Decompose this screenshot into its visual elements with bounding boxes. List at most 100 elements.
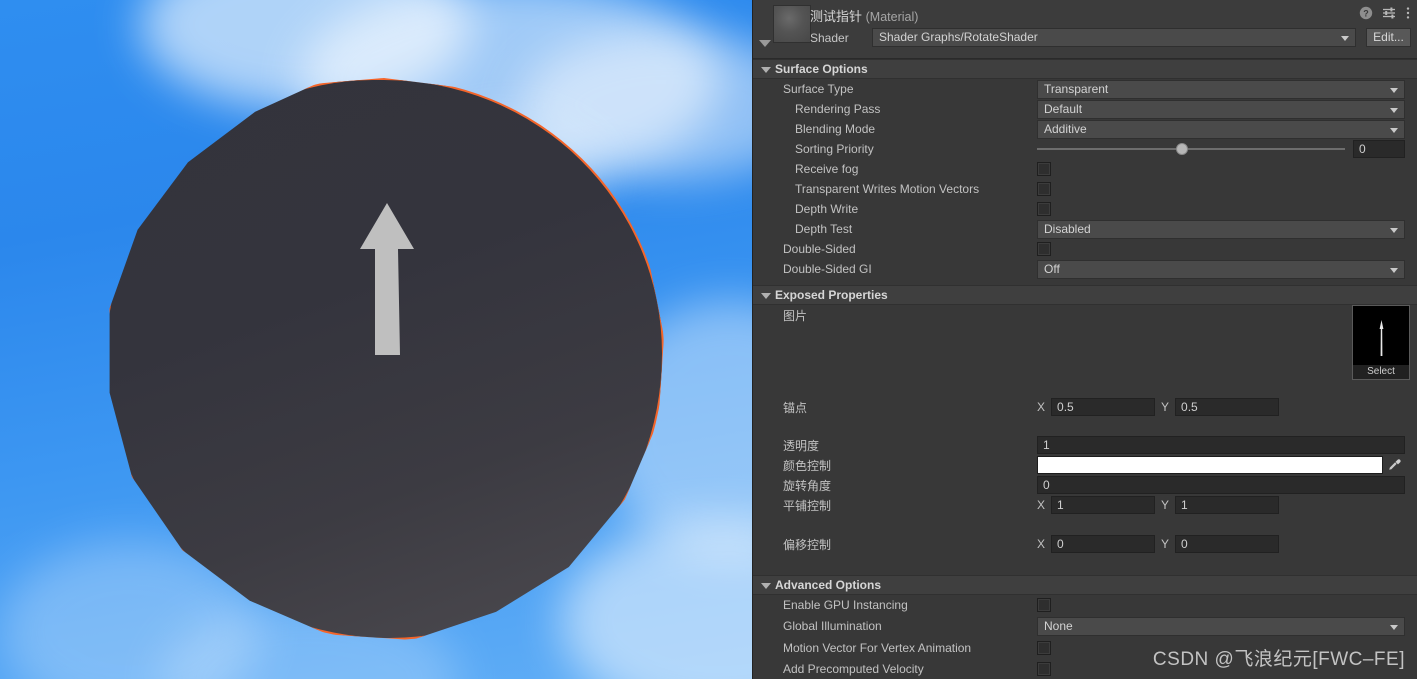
edit-shader-button[interactable]: Edit... [1366,28,1411,47]
offset-y-input[interactable]: 0 [1175,535,1280,553]
row-label: Sorting Priority [795,142,874,156]
row-label: 锚点 [783,400,808,415]
tiling-x-input[interactable]: 1 [1051,496,1156,514]
row-label: 偏移控制 [783,537,832,552]
axis-y-label: Y [1161,537,1170,551]
unity-editor-window: 测试指针 (Material) ? Shader Shader Graphs/R… [0,0,1417,679]
row-rotation-angle: 旋转角度 0 [753,475,1417,495]
sorting-priority-value[interactable]: 0 [1353,140,1405,158]
row-transparent-writes-motion-vectors: Transparent Writes Motion Vectors [753,179,1417,199]
anchor-x-input[interactable]: 0.5 [1051,398,1156,416]
material-preview-thumbnail[interactable] [773,5,811,43]
tiling-y-input[interactable]: 1 [1175,496,1280,514]
row-label: Depth Test [795,222,853,236]
section-body-exposed-properties: 图片 锚点 X 0.5 Y 0.5 透明度 1 颜色控制 旋转角度 0 平铺控制… [753,305,1417,575]
row-label: Rendering Pass [795,102,881,116]
blending-mode-dropdown[interactable]: Additive [1037,119,1405,139]
sorting-priority-slider[interactable] [1037,143,1345,155]
row-color-control: 颜色控制 [753,455,1417,475]
receive-fog-checkbox[interactable] [1037,162,1051,176]
texture-select-button[interactable]: Select [1353,365,1409,379]
row-global-illumination: Global Illumination None [753,615,1417,637]
watermark-text: CSDN @飞浪纪元[FWC–FE] [1152,649,1405,670]
row-label: Depth Write [795,202,859,216]
row-label: Motion Vector For Vertex Animation [783,640,972,655]
header-icon-group: ? [1359,6,1411,20]
row-label: Surface Type [783,82,854,96]
section-header-exposed-properties[interactable]: Exposed Properties [753,285,1417,305]
row-label: Blending Mode [795,122,876,136]
row-label: 颜色控制 [783,458,832,473]
row-label: Receive fog [795,162,859,176]
row-double-sided-gi: Double-Sided GI Off [753,259,1417,279]
slider-handle[interactable] [1175,143,1188,155]
svg-text:?: ? [1363,8,1369,18]
row-label: 透明度 [783,438,820,453]
needle-texture-preview-icon [1379,320,1384,356]
help-icon[interactable]: ? [1359,6,1373,20]
row-depth-write: Depth Write [753,199,1417,219]
row-opacity: 透明度 1 [753,435,1417,455]
transparent-writes-motion-vectors-checkbox[interactable] [1037,182,1051,196]
color-swatch-field[interactable] [1037,456,1383,474]
row-offset-control: 偏移控制 X 0 Y 0 [753,534,1417,554]
opacity-input[interactable]: 1 [1037,436,1405,454]
row-receive-fog: Receive fog [753,159,1417,179]
arrow-pointer-graphic [360,203,414,355]
section-body-surface-options: Surface Type Transparent Rendering Pass … [753,79,1417,285]
section-header-advanced-options[interactable]: Advanced Options [753,575,1417,595]
shader-dropdown[interactable]: Shader Graphs/RotateShader [872,28,1356,47]
row-label: 旋转角度 [783,478,832,493]
double-sided-checkbox[interactable] [1037,242,1051,256]
more-menu-icon[interactable] [1405,6,1411,20]
row-label: Enable GPU Instancing [783,598,908,612]
rotation-angle-input[interactable]: 0 [1037,476,1405,494]
row-blending-mode: Blending Mode Additive [753,119,1417,139]
double-sided-gi-dropdown[interactable]: Off [1037,259,1405,279]
anchor-y-input[interactable]: 0.5 [1175,398,1280,416]
scene-viewport[interactable] [0,0,752,679]
inspector-panel: 测试指针 (Material) ? Shader Shader Graphs/R… [752,0,1417,679]
axis-x-label: X [1037,498,1046,512]
row-sorting-priority: Sorting Priority 0 [753,139,1417,159]
material-title: 测试指针 (Material) [810,6,918,25]
axis-y-label: Y [1161,498,1170,512]
offset-x-input[interactable]: 0 [1051,535,1156,553]
row-surface-type: Surface Type Transparent [753,79,1417,99]
row-label: 图片 [783,308,808,323]
row-label: Transparent Writes Motion Vectors [795,182,980,196]
material-header: 测试指针 (Material) ? Shader Shader Graphs/R… [753,0,1417,59]
row-double-sided: Double-Sided [753,239,1417,259]
axis-y-label: Y [1161,400,1170,414]
enable-gpu-instancing-checkbox[interactable] [1037,598,1051,612]
eyedropper-icon[interactable] [1383,456,1405,474]
row-label: Add Precomputed Velocity [783,661,924,676]
row-label: 平铺控制 [783,498,832,513]
row-depth-test: Depth Test Disabled [753,219,1417,239]
depth-test-dropdown[interactable]: Disabled [1037,219,1405,239]
row-tiling-control: 平铺控制 X 1 Y 1 [753,495,1417,515]
foldout-triangle-icon[interactable] [759,40,771,47]
axis-x-label: X [1037,537,1046,551]
section-header-surface-options[interactable]: Surface Options [753,59,1417,79]
shader-row: Shader Shader Graphs/RotateShader Edit..… [810,28,1411,47]
preset-sliders-icon[interactable] [1382,6,1396,20]
motion-vector-vertex-animation-checkbox[interactable] [1037,640,1051,655]
row-anchor: 锚点 X 0.5 Y 0.5 [753,397,1417,417]
rendering-pass-dropdown[interactable]: Default [1037,99,1405,119]
depth-write-checkbox[interactable] [1037,202,1051,216]
cloud-decoration [560,520,752,679]
row-label: Double-Sided [783,242,856,256]
shader-label: Shader [810,30,849,45]
texture-object-field[interactable]: Select [1352,305,1410,380]
surface-type-dropdown[interactable]: Transparent [1037,79,1405,99]
row-label: Global Illumination [783,619,882,633]
add-precomputed-velocity-checkbox[interactable] [1037,661,1051,676]
material-name-label: 测试指针 [810,9,863,24]
row-enable-gpu-instancing: Enable GPU Instancing [753,595,1417,615]
row-rendering-pass: Rendering Pass Default [753,99,1417,119]
row-texture-image: 图片 [753,305,1417,325]
material-type-label: (Material) [865,10,919,24]
global-illumination-dropdown[interactable]: None [1037,616,1405,636]
row-label: Double-Sided GI [783,262,872,276]
